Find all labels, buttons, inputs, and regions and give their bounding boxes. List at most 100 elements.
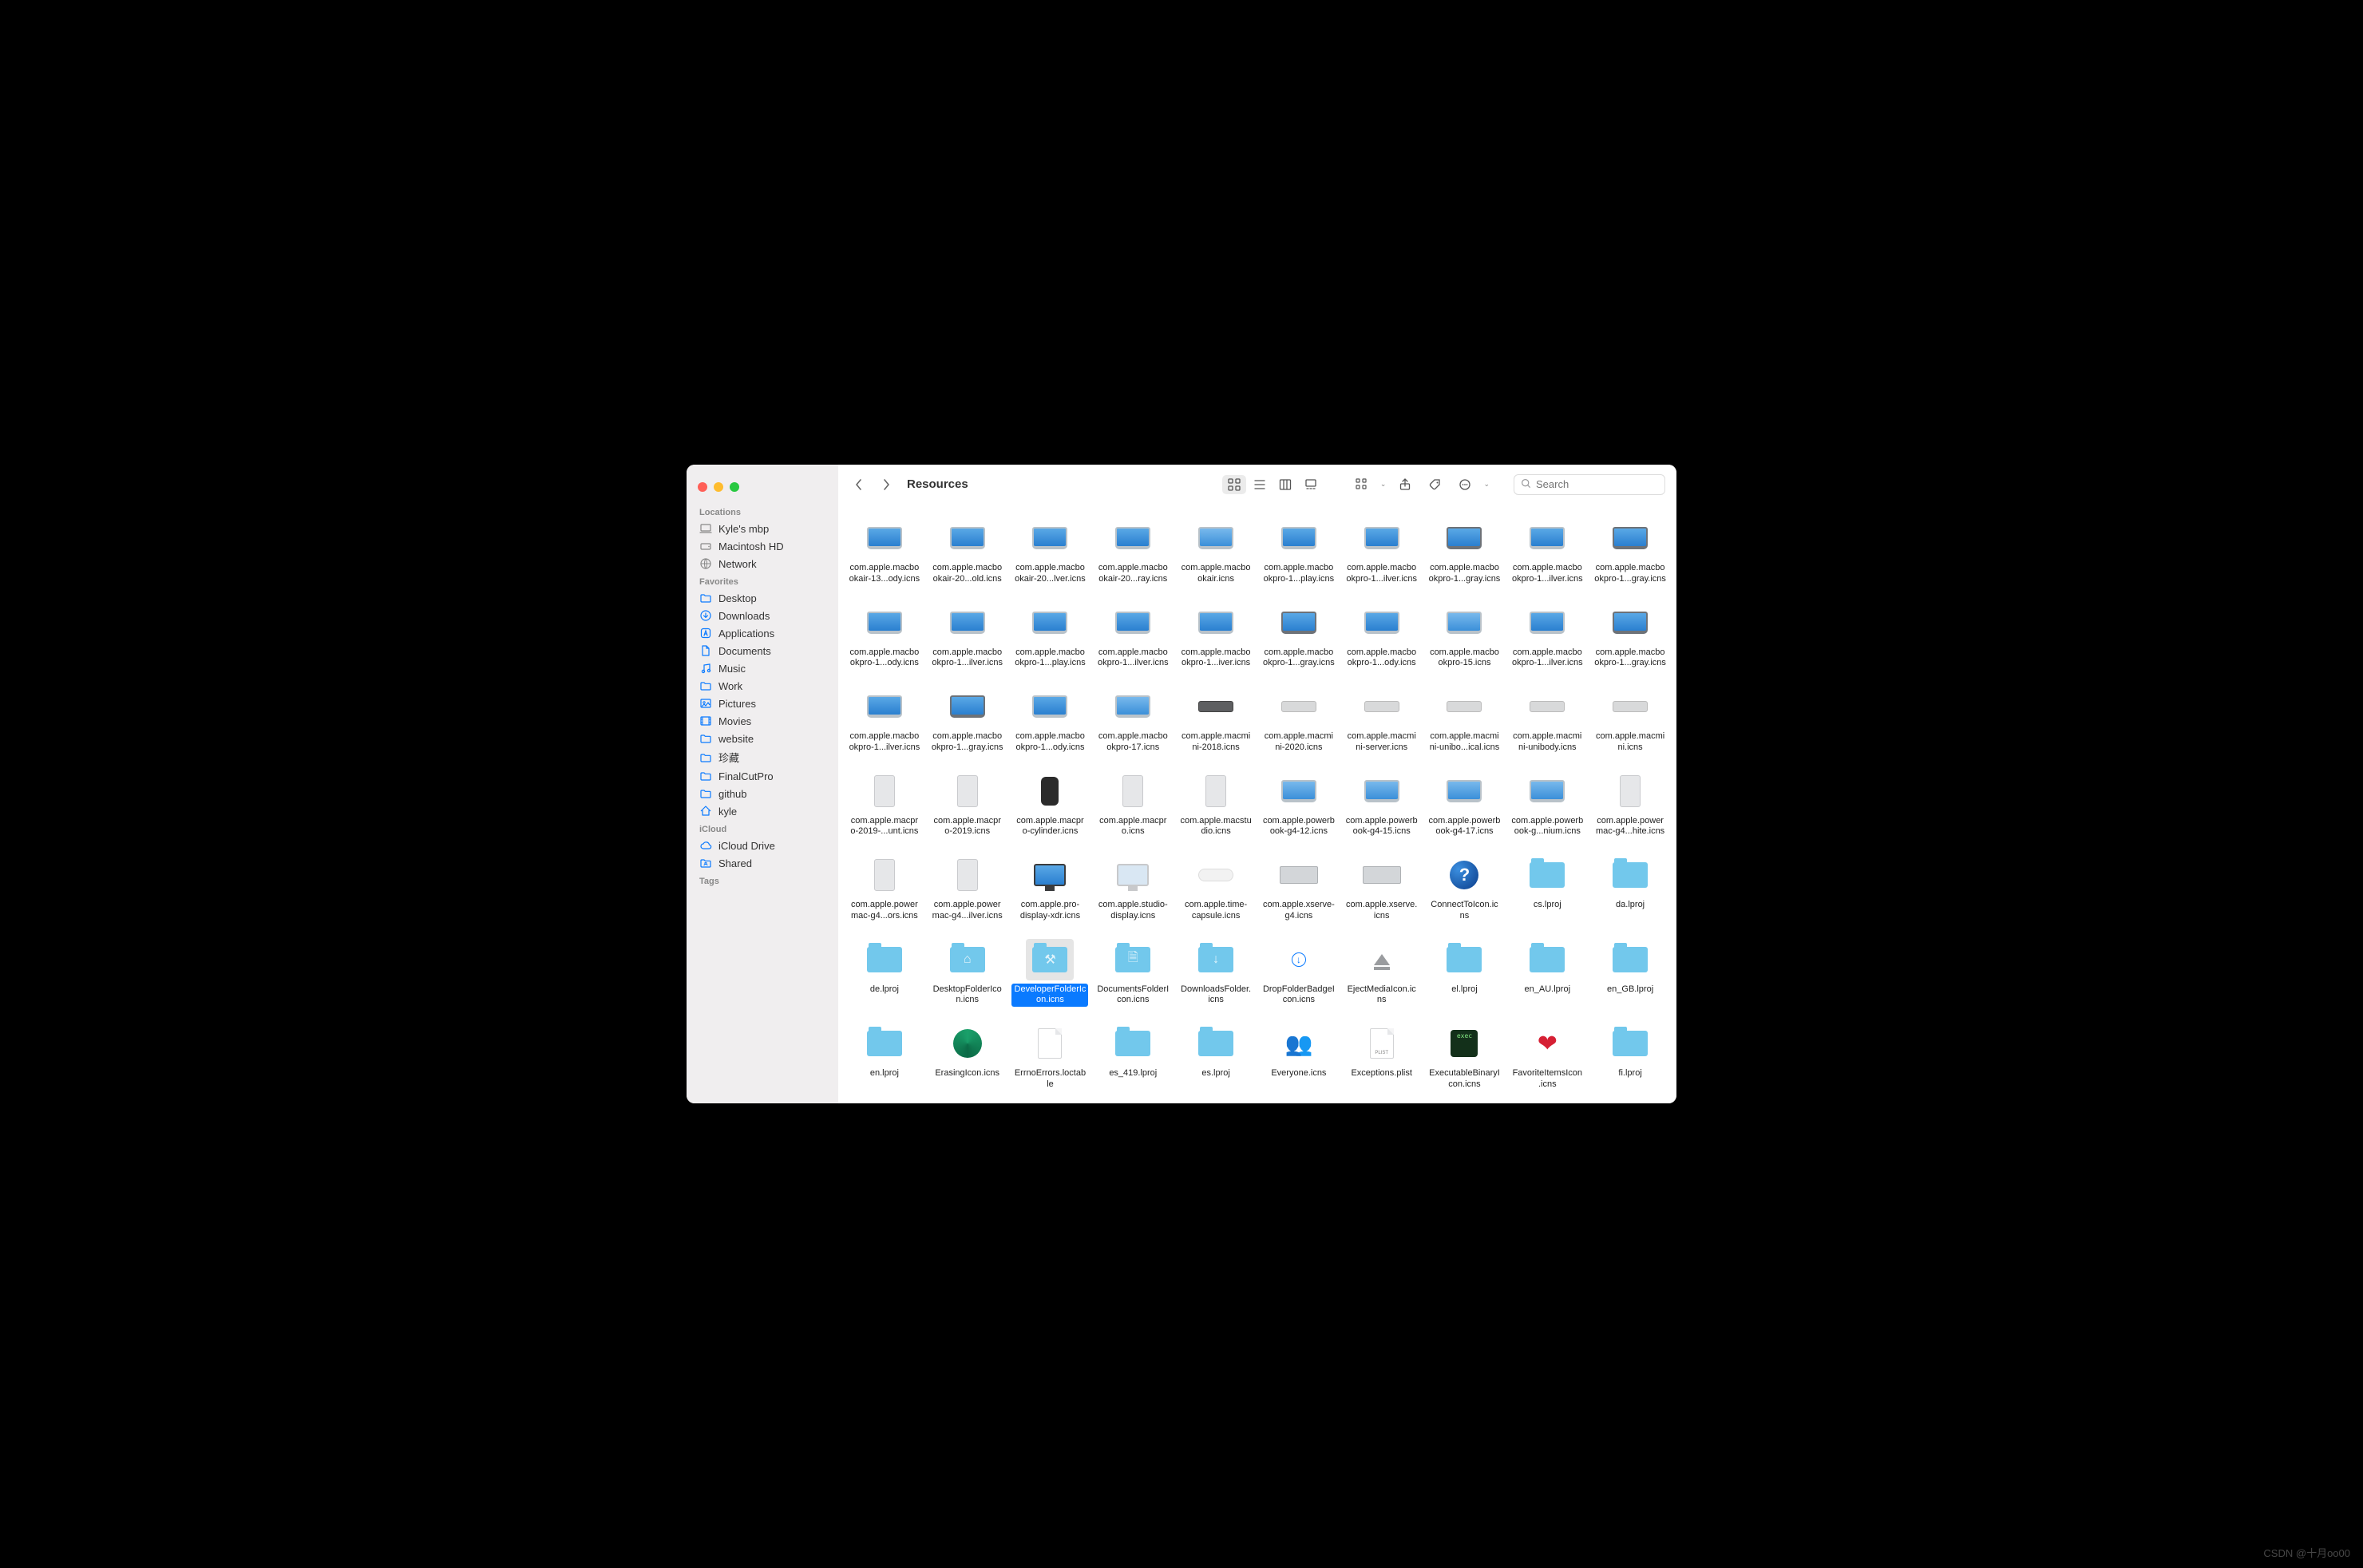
sidebar-item[interactable]: Desktop — [687, 589, 838, 607]
file-item[interactable]: com.apple.macmini-server.icns — [1340, 681, 1423, 759]
file-item[interactable]: en_GB.lproj — [1589, 934, 1672, 1012]
file-item[interactable]: com.apple.macbookpro-1...gray.icns — [1423, 513, 1506, 591]
file-item[interactable]: com.apple.powerbook-g4-15.icns — [1340, 766, 1423, 844]
file-item[interactable] — [1423, 1103, 1506, 1104]
file-item[interactable]: com.apple.macbookair-20...old.icns — [926, 513, 1009, 591]
sidebar-item[interactable]: Shared — [687, 854, 838, 872]
file-item[interactable]: ᯤ — [1506, 1103, 1589, 1104]
file-item[interactable]: en_AU.lproj — [1506, 934, 1589, 1012]
nav-back-button[interactable] — [849, 475, 869, 494]
file-browser[interactable]: com.apple.macbookair-13...ody.icnscom.ap… — [838, 505, 1676, 1103]
sidebar-item[interactable]: Downloads — [687, 607, 838, 624]
file-item[interactable]: com.apple.macbookpro-1...ody.icns — [1340, 597, 1423, 675]
file-item[interactable]: 🗑 — [1340, 1103, 1423, 1104]
file-item[interactable]: ⌂DesktopFolderIcon.icns — [926, 934, 1009, 1012]
file-item[interactable]: com.apple.powermac-g4...ors.icns — [843, 849, 926, 928]
sidebar-item[interactable]: website — [687, 730, 838, 747]
action-menu-button[interactable] — [1455, 475, 1477, 494]
list-view-button[interactable] — [1248, 475, 1272, 494]
file-item[interactable]: cs.lproj — [1506, 849, 1589, 928]
sidebar-item[interactable]: Movies — [687, 712, 838, 730]
file-item[interactable] — [1257, 1103, 1340, 1104]
file-item[interactable]: com.apple.macmini-2018.icns — [1174, 681, 1257, 759]
file-item[interactable]: 🗎DocumentsFolderIcon.icns — [1091, 934, 1174, 1012]
file-item[interactable]: com.apple.macpro-2019.icns — [926, 766, 1009, 844]
file-item[interactable]: en.lproj — [843, 1018, 926, 1096]
group-by-button[interactable] — [1352, 475, 1374, 494]
icon-view-button[interactable] — [1222, 475, 1246, 494]
file-item[interactable] — [1091, 1103, 1174, 1104]
file-item[interactable]: ErrnoErrors.loctable — [1009, 1018, 1092, 1096]
sidebar-item[interactable]: Kyle's mbp — [687, 520, 838, 537]
sidebar-item[interactable]: kyle — [687, 802, 838, 820]
file-item[interactable]: com.apple.macmini-unibody.icns — [1506, 681, 1589, 759]
tags-button[interactable] — [1424, 475, 1447, 494]
file-item[interactable]: com.apple.macmini-unibo...ical.icns — [1423, 681, 1506, 759]
file-item[interactable]: com.apple.macstudio.icns — [1174, 766, 1257, 844]
file-item[interactable]: ⚒DeveloperFolderIcon.icns — [1009, 934, 1092, 1012]
sidebar-item[interactable]: Pictures — [687, 695, 838, 712]
file-item[interactable]: com.apple.powermac-g4...ilver.icns — [926, 849, 1009, 928]
file-item[interactable]: com.apple.macpro-2019-...unt.icns — [843, 766, 926, 844]
share-button[interactable] — [1394, 475, 1416, 494]
file-item[interactable]: com.apple.macbookpro-1...gray.icns — [926, 681, 1009, 759]
file-item[interactable]: com.apple.powerbook-g4-12.icns — [1257, 766, 1340, 844]
file-item[interactable]: com.apple.powerbook-g...nium.icns — [1506, 766, 1589, 844]
file-item[interactable]: com.apple.macbookpro-1...gray.icns — [1257, 597, 1340, 675]
file-item[interactable]: com.apple.powermac-g4...hite.icns — [1589, 766, 1672, 844]
file-item[interactable]: com.apple.macmini-2020.icns — [1257, 681, 1340, 759]
close-window-button[interactable] — [698, 482, 707, 492]
file-item[interactable]: com.apple.macbookpro-15.icns — [1423, 597, 1506, 675]
file-item[interactable]: ?ConnectToIcon.icns — [1423, 849, 1506, 928]
file-item[interactable]: com.apple.xserve-g4.icns — [1257, 849, 1340, 928]
file-item[interactable]: ⚙ — [843, 1103, 926, 1104]
file-item[interactable]: com.apple.macbookair-20...ray.icns — [1091, 513, 1174, 591]
file-item[interactable]: com.apple.macmini.icns — [1589, 681, 1672, 759]
sidebar-item[interactable]: Work — [687, 677, 838, 695]
file-item[interactable]: ●●◐ — [1009, 1103, 1092, 1104]
file-item[interactable]: es_419.lproj — [1091, 1018, 1174, 1096]
file-item[interactable]: com.apple.macbookpro-1...gray.icns — [1589, 597, 1672, 675]
file-item[interactable]: com.apple.macbookpro-1...ody.icns — [1009, 681, 1092, 759]
file-item[interactable]: execExecutableBinaryIcon.icns — [1423, 1018, 1506, 1096]
file-item[interactable]: com.apple.macbookpro-1...ilver.icns — [1340, 513, 1423, 591]
file-item[interactable]: fi.lproj — [1589, 1018, 1672, 1096]
file-item[interactable]: com.apple.macbookpro-1...ilver.icns — [843, 681, 926, 759]
minimize-window-button[interactable] — [714, 482, 723, 492]
sidebar-item[interactable]: github — [687, 785, 838, 802]
file-item[interactable]: com.apple.macbookpro-1...ilver.icns — [1506, 513, 1589, 591]
search-field[interactable] — [1514, 474, 1665, 495]
file-item[interactable]: com.apple.macbookair-20...lver.icns — [1009, 513, 1092, 591]
file-item[interactable] — [926, 1103, 1009, 1104]
file-item[interactable]: ErasingIcon.icns — [926, 1018, 1009, 1096]
file-item[interactable]: com.apple.macbookpro-1...iver.icns — [1174, 597, 1257, 675]
file-item[interactable]: da.lproj — [1589, 849, 1672, 928]
file-item[interactable]: com.apple.macpro-cylinder.icns — [1009, 766, 1092, 844]
file-item[interactable]: es.lproj — [1174, 1018, 1257, 1096]
file-item[interactable]: com.apple.studio-display.icns — [1091, 849, 1174, 928]
file-item[interactable]: com.apple.macpro.icns — [1091, 766, 1174, 844]
file-item[interactable]: ❤FavoriteItemsIcon.icns — [1506, 1018, 1589, 1096]
file-item[interactable]: com.apple.macbookair.icns — [1174, 513, 1257, 591]
file-item[interactable]: com.apple.macbookpro-1...play.icns — [1009, 597, 1092, 675]
file-item[interactable]: com.apple.macbookpro-1...ilver.icns — [926, 597, 1009, 675]
sidebar-item[interactable]: Network — [687, 555, 838, 572]
file-item[interactable]: PLISTExceptions.plist — [1340, 1018, 1423, 1096]
file-item[interactable]: com.apple.macbookpro-1...ody.icns — [843, 597, 926, 675]
file-item[interactable]: ↓DropFolderBadgeIcon.icns — [1257, 934, 1340, 1012]
file-item[interactable] — [1174, 1103, 1257, 1104]
file-item[interactable]: com.apple.pro-display-xdr.icns — [1009, 849, 1092, 928]
sidebar-item[interactable]: Macintosh HD — [687, 537, 838, 555]
file-item[interactable]: el.lproj — [1423, 934, 1506, 1012]
file-item[interactable]: com.apple.macbookpro-17.icns — [1091, 681, 1174, 759]
file-item[interactable] — [1589, 1103, 1672, 1104]
file-item[interactable]: com.apple.time-capsule.icns — [1174, 849, 1257, 928]
search-input[interactable] — [1536, 478, 1658, 490]
sidebar-item[interactable]: Applications — [687, 624, 838, 642]
nav-forward-button[interactable] — [877, 475, 896, 494]
file-item[interactable]: com.apple.powerbook-g4-17.icns — [1423, 766, 1506, 844]
file-item[interactable]: ↓DownloadsFolder.icns — [1174, 934, 1257, 1012]
sidebar-item[interactable]: iCloud Drive — [687, 837, 838, 854]
sidebar-item[interactable]: 珍藏 — [687, 747, 838, 767]
sidebar-item[interactable]: Documents — [687, 642, 838, 659]
